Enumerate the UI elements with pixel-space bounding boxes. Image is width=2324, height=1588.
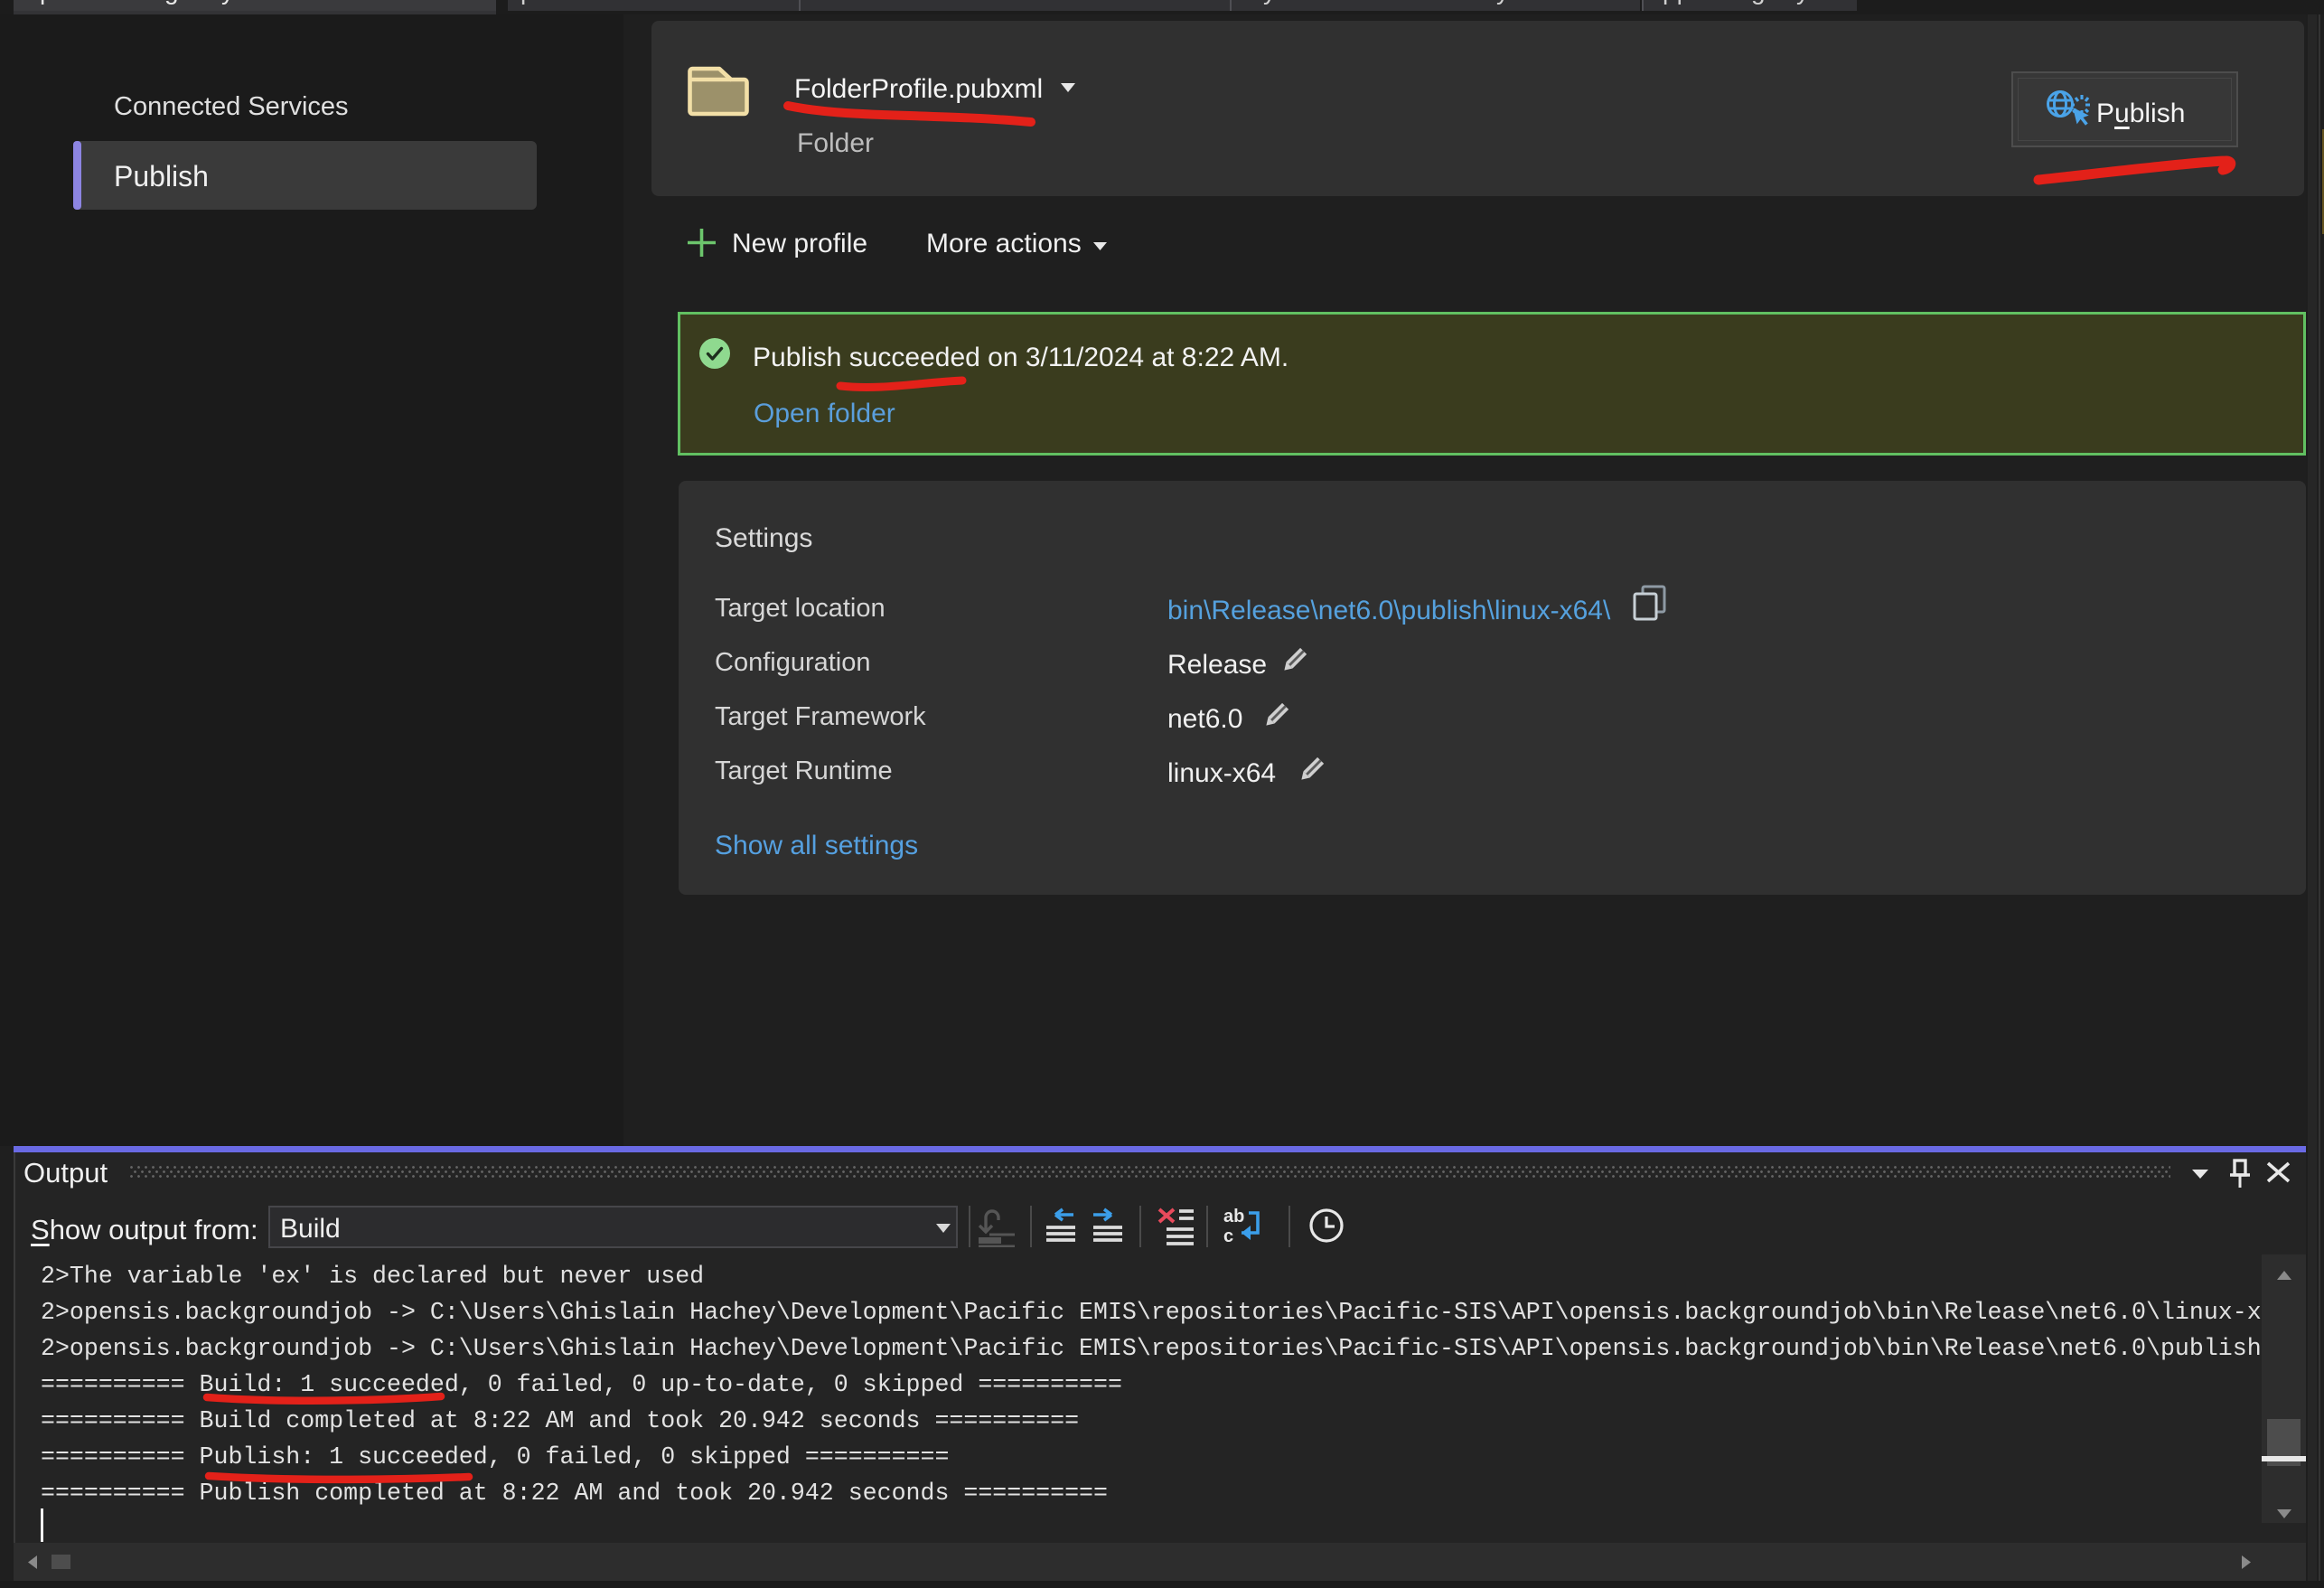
svg-text:ab: ab — [1223, 1207, 1244, 1226]
svg-text:c: c — [1223, 1226, 1233, 1246]
